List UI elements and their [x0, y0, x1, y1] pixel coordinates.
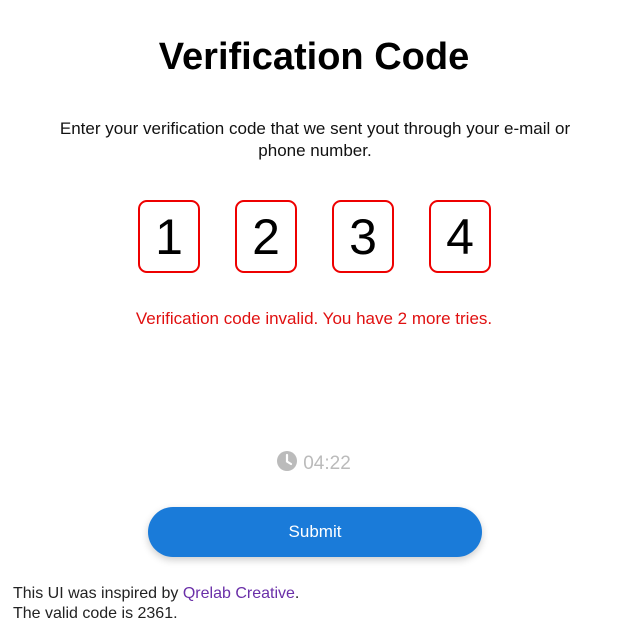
clock-icon	[277, 451, 298, 477]
code-digit-input-3[interactable]: 3	[332, 200, 394, 273]
footer: This UI was inspired by Qrelab Creative.…	[13, 584, 299, 624]
instructions: Enter your verification code that we sen…	[59, 119, 571, 160]
valid-code-note: The valid code is 2361.	[13, 605, 178, 622]
error-message: Verification code invalid. You have 2 mo…	[135, 309, 493, 328]
qrelab-link[interactable]: Qrelab Creative	[183, 585, 295, 602]
code-digit-input-2[interactable]: 2	[235, 200, 297, 273]
page-title: Verification Code	[158, 36, 470, 78]
timer-value: 04:22	[303, 453, 351, 474]
footer-text: This UI was inspired by	[13, 585, 183, 602]
code-digit-input-4[interactable]: 4	[429, 200, 491, 273]
submit-button[interactable]: Submit	[148, 507, 482, 557]
code-digit-input-1[interactable]: 1	[138, 200, 200, 273]
countdown-timer: 04:22	[0, 451, 628, 477]
footer-period: .	[294, 585, 300, 602]
